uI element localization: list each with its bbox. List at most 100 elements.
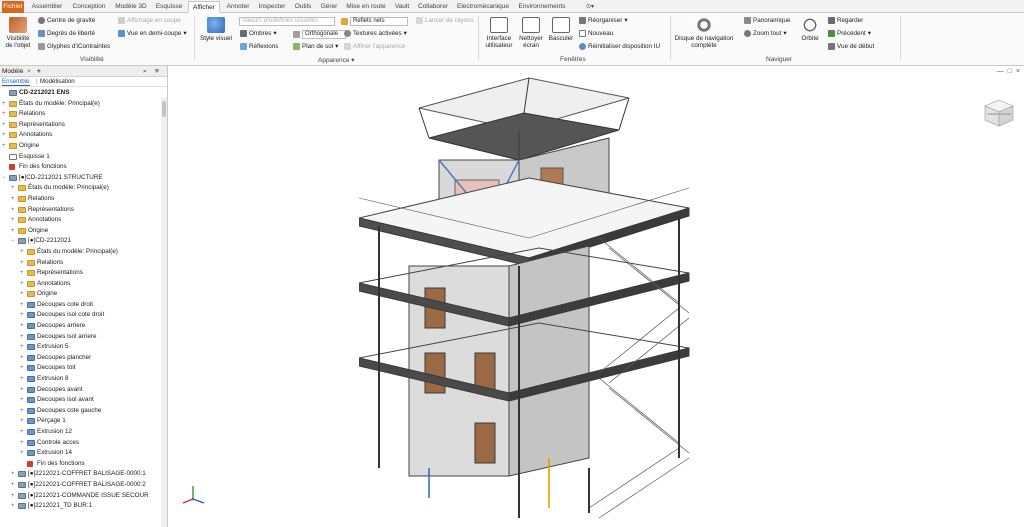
tab-gerer[interactable]: Gérer [318,1,340,13]
tower-structure-model[interactable] [359,68,919,523]
tree-item[interactable]: + Decoupes isol avant [0,395,167,406]
expand-toggle-icon[interactable]: − [11,236,17,247]
tab-conception[interactable]: Conception [70,1,108,13]
tab-assembler[interactable]: Assembler [30,1,64,13]
tree-item[interactable]: + Decoupes plancher [0,353,167,364]
tab-environnements[interactable]: Environnements [516,1,568,13]
expand-toggle-icon[interactable]: + [2,99,8,110]
nouveau-button[interactable]: Nouveau [579,30,613,37]
glyphes-icontraintes-button[interactable]: Glyphes d'iContraintes [38,43,110,50]
expand-toggle-icon[interactable]: + [20,342,26,353]
expand-toggle-icon[interactable]: + [20,363,26,374]
regarder-button[interactable]: Regarder [828,17,863,24]
tree-item[interactable]: CD-2212021 ENS [0,88,167,99]
expand-toggle-icon[interactable]: + [20,321,26,332]
expand-toggle-icon[interactable]: + [20,416,26,427]
tree-item[interactable]: + Annotations [0,215,167,226]
expand-toggle-icon[interactable]: + [20,279,26,290]
tab-annoter[interactable]: Annoter [224,1,252,13]
close-tab-icon[interactable]: × [27,68,31,75]
expand-toggle-icon[interactable]: + [20,438,26,449]
viewcube[interactable]: ARRIÈRE GAUCHE [983,98,1015,128]
tree-item[interactable]: − [●]CD-2212021 STRUCTURE [0,173,167,184]
vue-demi-coupe-button[interactable]: Vue en demi-coupe ▾ [118,30,187,37]
expand-toggle-icon[interactable]: + [11,226,17,237]
orthogonale-button[interactable]: Orthogonale▾ [293,30,351,39]
tab-mise-en-route[interactable]: Mise en route [344,1,388,13]
minimize-button[interactable]: — [997,68,1004,75]
nettoyer-ecran-button[interactable]: Nettoyer écran [517,17,545,49]
tree-item[interactable]: + Annotations [0,130,167,141]
expand-toggle-icon[interactable]: + [20,289,26,300]
tree-item[interactable]: + États du modèle: Principal(e) [0,247,167,258]
expand-toggle-icon[interactable]: + [20,310,26,321]
tree-item[interactable]: + États du modèle: Principal(e) [0,183,167,194]
close-button[interactable]: × [1016,68,1020,75]
textures-activees-button[interactable]: Textures activées ▾ [344,30,407,37]
vue-debut-button[interactable]: Vue de début [828,43,874,50]
reflexions-button[interactable]: Réflexions [240,43,278,50]
expand-toggle-icon[interactable]: + [11,215,17,226]
expand-toggle-icon[interactable]: + [11,183,17,194]
tree-item[interactable]: + Decoupes isol arriere [0,332,167,343]
tree-item[interactable]: Fin des fonctions [0,162,167,173]
expand-toggle-icon[interactable]: + [20,268,26,279]
tab-electromecanique[interactable]: Electromécanique [454,1,512,13]
disque-navigation-button[interactable]: Disque de navigation complète [674,17,734,49]
expand-toggle-icon[interactable]: + [2,141,8,152]
tree-item[interactable]: + Origine [0,226,167,237]
precedent-button[interactable]: Précédent ▾ [828,30,871,37]
tree-item[interactable]: + [●]2212021-COFFRET BALISAGE-0000:2 [0,480,167,491]
expand-toggle-icon[interactable]: + [20,332,26,343]
ombres-button[interactable]: Ombres ▾ [240,30,277,37]
tree-item[interactable]: + [●]2212021-COMMANDE ISSUE SECOUR [0,491,167,502]
interface-utilisateur-button[interactable]: Interface utilisateur [482,17,516,49]
expand-toggle-icon[interactable]: + [20,406,26,417]
expand-toggle-icon[interactable]: + [11,205,17,216]
lancer-rayons-button[interactable]: Lancer de rayons [416,17,474,24]
expand-toggle-icon[interactable]: + [20,395,26,406]
reorganiser-button[interactable]: Réorganiser ▾ [579,17,627,24]
tab-fichier[interactable]: Fichier [2,1,24,13]
expand-toggle-icon[interactable]: + [2,109,8,120]
expand-toggle-icon[interactable]: + [20,300,26,311]
tree-item[interactable]: + Decoupes avant [0,385,167,396]
graphics-viewport[interactable]: — □ × ARRIÈRE GAUCHE [169,66,1024,527]
expand-toggle-icon[interactable]: + [2,130,8,141]
ribbon-options-icon[interactable]: ⊙▾ [582,1,598,13]
tree-item[interactable]: + Decoupes arriere [0,321,167,332]
tree-item[interactable]: + Decoupes cote droit [0,300,167,311]
expand-toggle-icon[interactable]: − [2,173,8,184]
expand-toggle-icon[interactable]: + [11,501,17,512]
expand-toggle-icon[interactable]: + [11,469,17,480]
scrollbar-thumb[interactable] [162,101,166,117]
degres-liberte-button[interactable]: Degrés de liberté [38,30,95,37]
tree-item[interactable]: Esquisse 1 [0,152,167,163]
tree-item[interactable]: + Relations [0,258,167,269]
tree-item[interactable]: + Decoupes cote gauche [0,406,167,417]
search-icon[interactable]: ⌕ [143,68,147,76]
style-visuel-button[interactable]: Style visuel [198,17,234,42]
menu-icon[interactable]: ≡ [155,68,159,75]
expand-toggle-icon[interactable]: + [20,448,26,459]
tree-item[interactable]: + Origine [0,289,167,300]
tab-ensemble[interactable]: Ensemble [2,78,30,86]
expand-toggle-icon[interactable]: + [2,120,8,131]
tree-item[interactable]: Fin des fonctions [0,459,167,470]
tree-item[interactable]: + Annotations [0,279,167,290]
basculer-button[interactable]: Basculer [547,17,575,42]
add-browser-tab-button[interactable]: + [37,68,41,75]
tab-vault[interactable]: Vault [392,1,412,13]
reinitialiser-disposition-button[interactable]: Réinitialiser disposition IU [579,43,660,50]
zoom-tout-button[interactable]: Zoom tout ▾ [744,30,787,37]
tree-item[interactable]: + Origine [0,141,167,152]
tree-item[interactable]: + Perçage 1 [0,416,167,427]
tree-item[interactable]: − [●]CD-2212021 [0,236,167,247]
plan-sol-button[interactable]: Plan de sol ▾ [293,43,338,50]
tree-item[interactable]: + États du modèle: Principal(e) [0,99,167,110]
valeurs-predefinies-dropdown[interactable]: Valeurs prédéfinies visuelles [239,17,335,26]
tab-esquisse[interactable]: Esquisse [154,1,184,13]
tree-item[interactable]: + Extrusion 5 [0,342,167,353]
tree-item[interactable]: + Représentations [0,120,167,131]
tree-item[interactable]: + Extrusion 14 [0,448,167,459]
